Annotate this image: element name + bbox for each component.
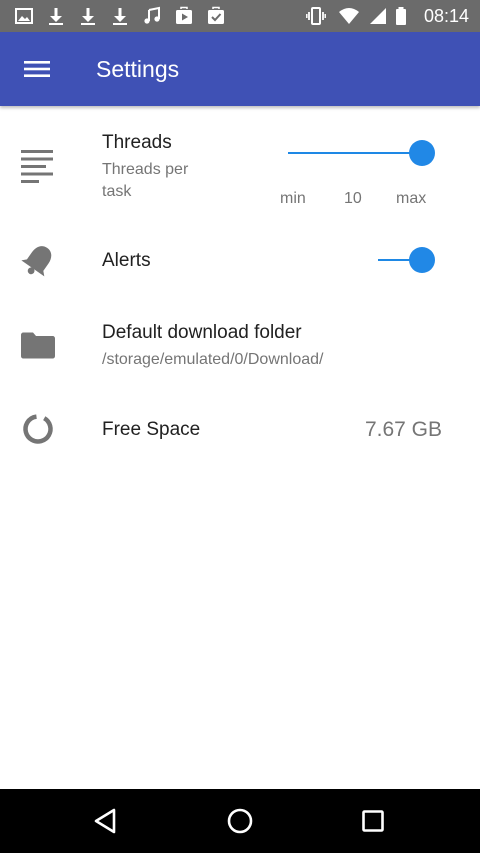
hamburger-menu-icon (24, 61, 50, 77)
slider-min-label: min (280, 190, 306, 207)
menu-button[interactable] (14, 46, 60, 92)
back-icon[interactable] (86, 801, 126, 841)
threads-subtitle: Threads per task (102, 161, 189, 200)
battery-icon (396, 7, 406, 25)
toggle-thumb[interactable] (409, 247, 435, 273)
signal-icon (370, 8, 386, 24)
download-folder-path: /storage/emulated/0/Download/ (102, 351, 324, 368)
status-bar: 08:14 (0, 0, 480, 32)
download-icon (113, 8, 127, 25)
threads-title: Threads (102, 132, 172, 153)
wifi-icon (339, 8, 359, 24)
navigation-bar (0, 789, 480, 853)
alerts-toggle[interactable] (378, 245, 435, 275)
free-space-title: Free Space (102, 419, 201, 440)
download-icon (49, 8, 63, 25)
threads-slider[interactable] (288, 138, 435, 168)
alerts-title: Alerts (102, 250, 151, 271)
download-icon (81, 8, 95, 25)
app-bar: Settings (0, 32, 480, 106)
storage-donut-icon (23, 414, 53, 444)
slider-max-label: max (396, 190, 427, 207)
free-space-value: 7.67 GB (364, 418, 442, 441)
slider-track (288, 152, 423, 154)
status-time: 08:14 (423, 6, 469, 26)
recents-icon[interactable] (353, 801, 393, 841)
slider-thumb[interactable] (409, 140, 435, 166)
folder-icon (21, 332, 55, 359)
bell-icon (21, 246, 52, 277)
bag-check-icon (208, 6, 224, 24)
image-icon (15, 8, 33, 24)
home-icon[interactable] (220, 801, 260, 841)
play-store-icon (176, 6, 192, 24)
music-note-icon (144, 6, 160, 24)
slider-value-label: 10 (344, 190, 362, 207)
vibrate-icon (306, 7, 326, 25)
page-title: Settings (96, 56, 180, 82)
download-folder-title: Default download folder (102, 322, 302, 343)
threads-list-icon (21, 150, 53, 183)
